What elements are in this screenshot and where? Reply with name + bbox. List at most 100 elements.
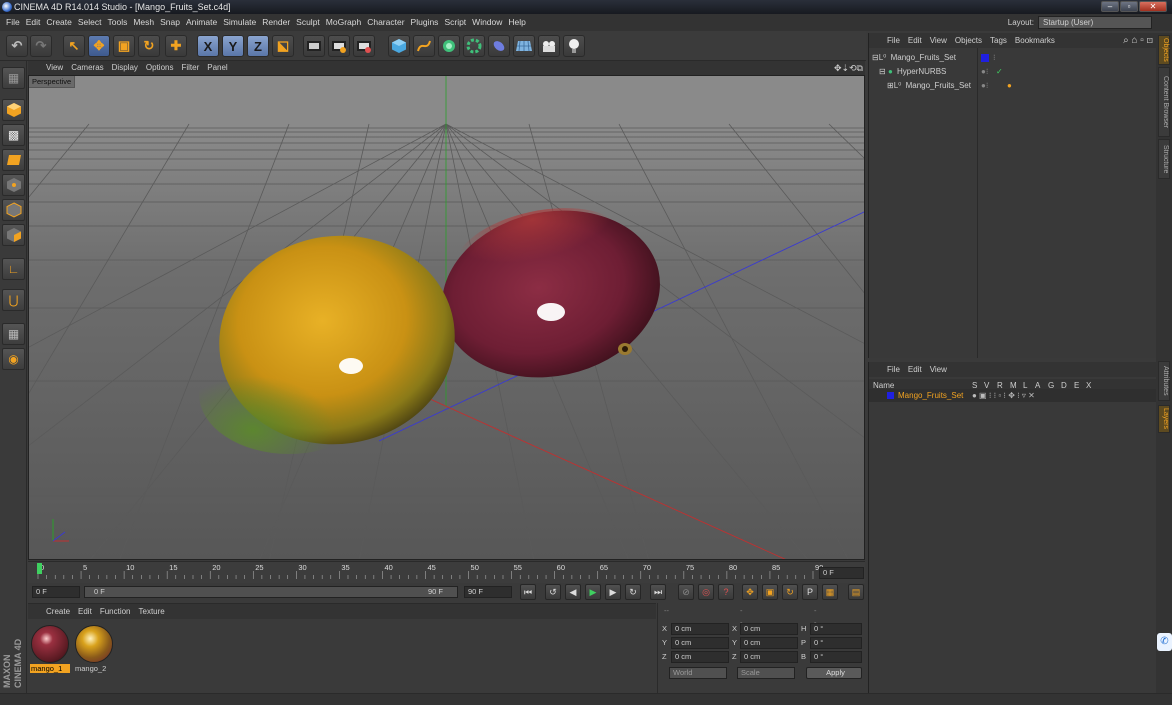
- layers-menu-edit[interactable]: Edit: [908, 365, 922, 374]
- objects-menu-file[interactable]: File: [887, 36, 900, 45]
- edges-mode-icon[interactable]: [2, 199, 25, 221]
- key-position-button[interactable]: ✥: [742, 584, 758, 600]
- menu-mesh[interactable]: Mesh: [133, 17, 154, 27]
- workplane-mode-icon[interactable]: [2, 149, 25, 171]
- visibility-dots-icon[interactable]: ●⁝: [981, 65, 988, 78]
- help-bubble-icon[interactable]: ✆: [1157, 633, 1172, 651]
- menu-mograph[interactable]: MoGraph: [326, 17, 361, 27]
- add-tool-button[interactable]: ✚: [165, 35, 187, 57]
- array-icon[interactable]: [463, 35, 485, 57]
- layer-name[interactable]: Mango_Fruits_Set: [898, 389, 963, 402]
- polygons-mode-icon[interactable]: [2, 224, 25, 246]
- scene-canvas[interactable]: [29, 76, 865, 560]
- model-mode-icon[interactable]: [2, 99, 25, 121]
- objects-menu-edit[interactable]: Edit: [908, 36, 922, 45]
- deformer-icon[interactable]: [488, 35, 510, 57]
- layers-menu-file[interactable]: File: [887, 365, 900, 374]
- nurbs-icon[interactable]: [438, 35, 460, 57]
- object-row[interactable]: ⊟ ● HyperNURBS ●⁝ ✓: [869, 65, 1157, 78]
- menu-sculpt[interactable]: Sculpt: [296, 17, 320, 27]
- spline-pen-icon[interactable]: [413, 35, 435, 57]
- render-settings-icon[interactable]: [353, 35, 375, 57]
- size-y-field[interactable]: 0 cm: [740, 637, 798, 649]
- viewport-menu-display[interactable]: Display: [112, 63, 138, 72]
- key-scale-button[interactable]: ▣: [762, 584, 778, 600]
- rot-p-field[interactable]: 0 °: [810, 637, 862, 649]
- viewport-menu-filter[interactable]: Filter: [181, 63, 199, 72]
- redo-button[interactable]: ↷: [30, 35, 52, 57]
- cube-primitive-icon[interactable]: [388, 35, 410, 57]
- timeline-ruler[interactable]: 051015202530354045505560657075808590 0 F: [28, 561, 865, 583]
- record-keys-button[interactable]: ⊘: [678, 584, 694, 600]
- pos-x-field[interactable]: 0 cm: [671, 623, 729, 635]
- key-rotation-button[interactable]: ↻: [782, 584, 798, 600]
- material-menu-create[interactable]: Create: [46, 607, 70, 616]
- camera-icon[interactable]: [538, 35, 560, 57]
- live-selection-button[interactable]: ↖: [63, 35, 85, 57]
- size-mode-dropdown[interactable]: Scale: [737, 667, 795, 679]
- next-key-button[interactable]: ↻: [625, 584, 641, 600]
- material-menu-edit[interactable]: Edit: [78, 607, 92, 616]
- current-frame-field[interactable]: 0 F: [819, 567, 864, 579]
- object-row[interactable]: ⊞L⁰ Mango_Fruits_Set ●⁝ ●: [869, 79, 1157, 92]
- objects-menu-bookmarks[interactable]: Bookmarks: [1015, 36, 1055, 45]
- world-coordinates-button[interactable]: ⬕: [272, 35, 294, 57]
- render-view-icon[interactable]: [303, 35, 325, 57]
- layout-dropdown[interactable]: Startup (User): [1038, 16, 1152, 29]
- object-name[interactable]: HyperNURBS: [897, 67, 946, 76]
- viewport-menu-options[interactable]: Options: [146, 63, 174, 72]
- objects-menu-objects[interactable]: Objects: [955, 36, 982, 45]
- material-menu-function[interactable]: Function: [100, 607, 131, 616]
- scale-tool-button[interactable]: ▣: [113, 35, 135, 57]
- x-axis-lock-button[interactable]: X: [197, 35, 219, 57]
- layer-toggle-icons[interactable]: ● ▣ ⁝ ⁝ ▫ ⁝ ✥ ⁝ ▿ ✕: [972, 389, 1035, 402]
- key-pla-button[interactable]: ▦: [822, 584, 838, 600]
- current-frame-marker[interactable]: [37, 563, 42, 574]
- red-mango[interactable]: [426, 191, 675, 397]
- min-time-field[interactable]: 0 F: [32, 586, 80, 598]
- maximize-button[interactable]: ▫: [1120, 1, 1138, 12]
- rot-b-field[interactable]: 0 °: [810, 651, 862, 663]
- size-x-field[interactable]: 0 cm: [740, 623, 798, 635]
- z-axis-lock-button[interactable]: Z: [247, 35, 269, 57]
- viewport-menu-view[interactable]: View: [46, 63, 63, 72]
- tab-objects[interactable]: Objects: [1158, 35, 1170, 65]
- layers-menu-view[interactable]: View: [930, 365, 947, 374]
- rot-h-field[interactable]: 0 °: [810, 623, 862, 635]
- tab-attributes[interactable]: Attributes: [1158, 361, 1170, 401]
- pos-z-field[interactable]: 0 cm: [671, 651, 729, 663]
- object-name[interactable]: Mango_Fruits_Set: [891, 53, 956, 62]
- menu-script[interactable]: Script: [444, 17, 466, 27]
- axis-mode-icon[interactable]: ∟: [2, 258, 25, 280]
- viewport-menu-cameras[interactable]: Cameras: [71, 63, 103, 72]
- visibility-dots-icon[interactable]: ●⁝: [981, 79, 988, 92]
- lock-workplane-icon[interactable]: ▦: [2, 323, 25, 345]
- enabled-check-icon[interactable]: ✓: [996, 65, 1003, 78]
- key-parameter-button[interactable]: P: [802, 584, 818, 600]
- undo-button[interactable]: ↶: [6, 35, 28, 57]
- layer-color-swatch[interactable]: [887, 392, 894, 399]
- material-tag-icon[interactable]: ●: [1007, 79, 1012, 92]
- coordinate-system-dropdown[interactable]: World: [669, 667, 727, 679]
- menu-window[interactable]: Window: [472, 17, 502, 27]
- visibility-dots-icon[interactable]: ⁝: [993, 51, 996, 64]
- make-editable-icon[interactable]: ▦: [2, 67, 25, 89]
- menu-edit[interactable]: Edit: [26, 17, 41, 27]
- close-button[interactable]: ✕: [1139, 1, 1167, 12]
- tab-layers[interactable]: Layers: [1158, 405, 1170, 433]
- menu-simulate[interactable]: Simulate: [223, 17, 256, 27]
- previous-frame-button[interactable]: ◀: [565, 584, 581, 600]
- preview-range-slider[interactable]: 0 F 90 F: [84, 586, 458, 598]
- max-time-field[interactable]: 90 F: [464, 586, 512, 598]
- tab-content-browser[interactable]: Content Browser: [1158, 67, 1170, 137]
- material-swatch[interactable]: mango_2: [74, 624, 114, 673]
- size-z-field[interactable]: 0 cm: [740, 651, 798, 663]
- menu-render[interactable]: Render: [262, 17, 290, 27]
- objects-menu-view[interactable]: View: [930, 36, 947, 45]
- menu-animate[interactable]: Animate: [186, 17, 217, 27]
- object-row[interactable]: ⊟L⁰ Mango_Fruits_Set ⁝: [869, 51, 1157, 64]
- minimize-button[interactable]: ‒: [1101, 1, 1119, 12]
- menu-file[interactable]: File: [6, 17, 20, 27]
- apply-button[interactable]: Apply: [806, 667, 862, 679]
- menu-character[interactable]: Character: [367, 17, 404, 27]
